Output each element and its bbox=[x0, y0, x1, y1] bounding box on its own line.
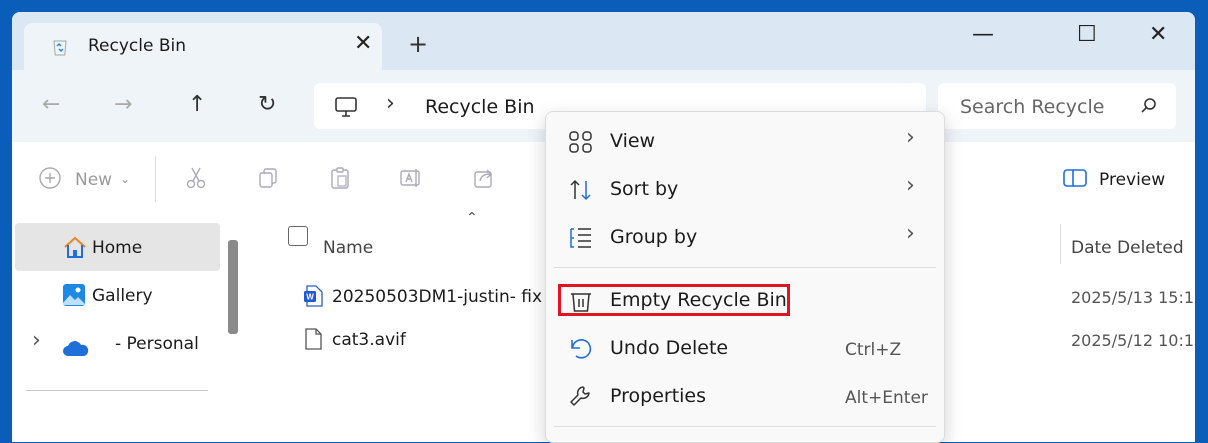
wrench-icon bbox=[570, 386, 590, 406]
new-tab-button[interactable]: + bbox=[408, 32, 428, 56]
new-button[interactable]: New bbox=[75, 170, 112, 190]
tab-recycle-bin[interactable]: Recycle Bin ✕ bbox=[24, 23, 382, 71]
undo-icon bbox=[571, 339, 592, 359]
share-icon[interactable] bbox=[472, 166, 496, 190]
chevron-down-icon: ⌄ bbox=[120, 172, 131, 186]
sort-indicator-icon: ⌃ bbox=[466, 210, 478, 226]
navigation-pane: Home Gallery › - Personal bbox=[12, 214, 244, 442]
search-icon bbox=[1141, 98, 1156, 113]
sidebar-divider bbox=[26, 390, 208, 391]
menu-item-label: View bbox=[610, 130, 656, 152]
group-icon bbox=[570, 228, 591, 248]
menu-item-label: Group by bbox=[610, 226, 698, 248]
close-window-button[interactable]: ✕ bbox=[1149, 24, 1167, 46]
back-button[interactable]: ← bbox=[42, 94, 60, 116]
context-menu: View › Sort by › Group by › Empty Recycl… bbox=[545, 111, 945, 443]
maximize-button[interactable]: ☐ bbox=[1077, 24, 1097, 46]
onedrive-cloud-icon bbox=[63, 341, 89, 356]
chevron-right-icon: › bbox=[906, 125, 915, 150]
column-header-date-deleted[interactable]: Date Deleted bbox=[1071, 238, 1184, 258]
tab-close-button[interactable]: ✕ bbox=[354, 33, 372, 55]
expand-chevron-icon[interactable]: › bbox=[32, 330, 41, 352]
menu-item-undo-delete[interactable]: Undo Delete Ctrl+Z bbox=[546, 326, 944, 370]
file-name[interactable]: cat3.avif bbox=[332, 330, 406, 350]
breadcrumb-recycle-bin[interactable]: Recycle Bin bbox=[425, 96, 535, 118]
sidebar-item-home-label: Home bbox=[92, 238, 143, 258]
search-input[interactable]: Search Recycle Bin bbox=[960, 96, 1110, 118]
refresh-button[interactable]: ↻ bbox=[258, 94, 276, 116]
rename-icon[interactable] bbox=[399, 166, 423, 190]
file-icon bbox=[305, 328, 322, 350]
menu-item-view[interactable]: View › bbox=[546, 119, 944, 163]
tab-title: Recycle Bin bbox=[88, 36, 187, 56]
chevron-right-icon: › bbox=[906, 221, 915, 246]
sort-icon bbox=[570, 179, 591, 201]
up-button[interactable]: ↑ bbox=[188, 94, 206, 116]
menu-item-sort-by[interactable]: Sort by › bbox=[546, 167, 944, 211]
column-divider[interactable] bbox=[1060, 224, 1061, 264]
menu-item-label: Sort by bbox=[610, 178, 679, 200]
forward-button[interactable]: → bbox=[114, 94, 132, 116]
word-doc-icon: W bbox=[304, 285, 323, 307]
chevron-right-icon: › bbox=[906, 173, 915, 198]
copy-icon[interactable] bbox=[256, 166, 280, 190]
menu-item-label: Undo Delete bbox=[610, 337, 729, 359]
preview-button[interactable]: Preview bbox=[1099, 170, 1165, 190]
minimize-button[interactable]: — bbox=[972, 24, 994, 46]
preview-pane-icon[interactable] bbox=[1063, 168, 1087, 188]
paste-icon[interactable] bbox=[328, 166, 352, 190]
title-bar: Recycle Bin ✕ + — ☐ ✕ bbox=[12, 12, 1195, 71]
highlight-box bbox=[558, 284, 790, 316]
cut-icon[interactable] bbox=[184, 166, 208, 190]
menu-item-properties[interactable]: Properties Alt+Enter bbox=[546, 374, 944, 418]
column-header-name[interactable]: Name bbox=[323, 238, 373, 258]
gallery-icon[interactable] bbox=[62, 283, 86, 307]
menu-item-shortcut: Ctrl+Z bbox=[845, 340, 902, 360]
toolbar-divider bbox=[155, 156, 156, 202]
menu-item-group-by[interactable]: Group by › bbox=[546, 215, 944, 259]
file-date-deleted: 2025/5/12 10:1 bbox=[1071, 331, 1195, 350]
menu-item-shortcut: Alt+Enter bbox=[845, 388, 928, 408]
menu-separator bbox=[554, 267, 936, 268]
sidebar-item-gallery[interactable]: Gallery bbox=[92, 286, 153, 306]
home-icon bbox=[64, 236, 86, 258]
view-grid-icon bbox=[569, 131, 592, 153]
svg-text:W: W bbox=[306, 293, 314, 302]
search-box[interactable]: Search Recycle Bin bbox=[938, 83, 1176, 129]
recycle-bin-icon bbox=[53, 40, 67, 56]
menu-item-label: Properties bbox=[610, 385, 707, 407]
breadcrumb-separator[interactable]: › bbox=[386, 93, 395, 115]
sidebar-item-onedrive-personal[interactable]: - Personal bbox=[115, 334, 199, 354]
sidebar-scrollbar[interactable] bbox=[228, 240, 238, 334]
file-name[interactable]: 20250503DM1-justin- fix c bbox=[332, 287, 557, 307]
file-date-deleted: 2025/5/13 15:1 bbox=[1071, 288, 1195, 307]
new-plus-icon[interactable] bbox=[38, 166, 62, 190]
computer-icon bbox=[335, 97, 357, 117]
select-all-checkbox[interactable] bbox=[288, 226, 308, 246]
